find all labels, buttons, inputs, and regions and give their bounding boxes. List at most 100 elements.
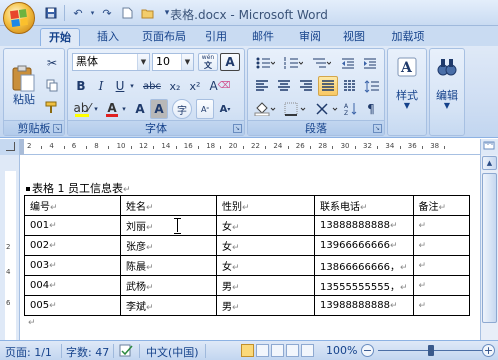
cut-icon[interactable]: ✂	[42, 54, 62, 72]
tab-page-layout[interactable]: 页面布局	[138, 28, 190, 46]
tab-view[interactable]: 视图	[336, 28, 372, 46]
multilevel-list-button[interactable]	[308, 53, 334, 73]
grow-font-button[interactable]: A	[132, 99, 148, 119]
align-right-button[interactable]	[296, 76, 316, 96]
chinese-layout-button[interactable]	[314, 99, 340, 119]
shrink-font-button[interactable]: A ▾	[216, 99, 234, 119]
decrease-indent-button[interactable]	[338, 53, 358, 73]
enclose-chars-button[interactable]: 字	[172, 99, 192, 119]
scroll-up-button[interactable]: ▲	[482, 156, 497, 170]
copy-icon[interactable]	[42, 76, 62, 94]
print-layout-view-button[interactable]	[241, 344, 254, 357]
align-center-button[interactable]	[274, 76, 294, 96]
table-cell[interactable]: ↵	[412, 295, 470, 316]
editing-button[interactable]	[432, 53, 462, 81]
line-spacing-button[interactable]	[362, 76, 382, 96]
numbering-button[interactable]	[280, 53, 306, 73]
draft-view-button[interactable]	[301, 344, 314, 357]
table-cell[interactable]: 陈晨↵	[120, 255, 217, 276]
office-button[interactable]	[3, 2, 35, 34]
underline-dropdown-icon[interactable]: ▾	[128, 76, 136, 96]
web-layout-view-button[interactable]	[271, 344, 284, 357]
table-cell[interactable]: 005↵	[24, 295, 121, 316]
table-cell[interactable]: 002↵	[24, 235, 121, 256]
page-count[interactable]: 页面: 1/1	[5, 344, 52, 360]
zoom-slider-thumb[interactable]	[428, 345, 434, 356]
table-cell[interactable]: 001↵	[24, 215, 121, 236]
distributed-button[interactable]	[340, 76, 360, 96]
vertical-ruler[interactable]: 2 4 6	[0, 155, 20, 340]
table-cell[interactable]: 男↵	[216, 295, 315, 316]
superscript-button[interactable]: x²	[186, 76, 204, 96]
table-cell[interactable]: 编号↵	[24, 195, 121, 216]
table-cell[interactable]: 13888888888↵	[314, 215, 414, 236]
table-cell[interactable]: ↵	[412, 275, 470, 296]
employee-table[interactable]: 编号↵ 姓名↵ 性别↵ 联系电话↵ 备注↵ 001↵ 刘丽↵ 女↵ 13888888888↵ ↵ 0…	[24, 195, 470, 316]
show-marks-button[interactable]: ¶	[362, 99, 380, 119]
table-cell[interactable]: ↵	[412, 235, 470, 256]
table-cell[interactable]: 13555555555，↵	[314, 275, 414, 296]
editing-dropdown-icon[interactable]: ▼	[430, 101, 464, 110]
styles-button[interactable]: A	[391, 53, 423, 81]
zoom-in-button[interactable]: +	[482, 344, 495, 357]
tab-references[interactable]: 引用	[198, 28, 234, 46]
phonetic-guide-button[interactable]: Aᵒ	[196, 99, 214, 119]
justify-button[interactable]	[318, 76, 338, 96]
align-left-button[interactable]	[252, 76, 272, 96]
paste-label[interactable]: 粘贴	[10, 91, 38, 107]
view-ruler-button[interactable]	[480, 139, 498, 155]
styles-dropdown-icon[interactable]: ▼	[390, 101, 424, 110]
table-cell[interactable]: 女↵	[216, 215, 315, 236]
table-cell[interactable]: 武杨↵	[120, 275, 217, 296]
pinyin-guide-button[interactable]: wén 文	[198, 53, 218, 71]
strikethrough-button[interactable]: abc	[140, 76, 164, 96]
table-cell[interactable]: 联系电话↵	[314, 195, 414, 216]
char-border-button[interactable]: A	[220, 53, 240, 71]
proofing-icon[interactable]	[118, 344, 134, 360]
table-cell[interactable]: 13966666666↵	[314, 235, 414, 256]
table-cell[interactable]: 13866666666，↵	[314, 255, 414, 276]
table-cell[interactable]: 备注↵	[412, 195, 470, 216]
font-color-dropdown-icon[interactable]: ▾	[120, 99, 128, 119]
highlight-dropdown-icon[interactable]: ▾	[92, 99, 100, 119]
table-cell[interactable]: 男↵	[216, 275, 315, 296]
font-size-combo[interactable]: 10 ▼	[152, 53, 194, 71]
language-indicator[interactable]: 中文(中国)	[146, 344, 199, 360]
tab-home[interactable]: 开始	[40, 28, 80, 46]
tab-review[interactable]: 审阅	[292, 28, 328, 46]
table-cell[interactable]: 003↵	[24, 255, 121, 276]
tab-selector[interactable]	[0, 139, 20, 155]
zoom-out-button[interactable]: −	[361, 344, 374, 357]
table-cell[interactable]: 刘丽↵	[120, 215, 217, 236]
outline-view-button[interactable]	[286, 344, 299, 357]
italic-button[interactable]: I	[92, 76, 110, 96]
clear-format-button[interactable]: A ⌫	[208, 76, 232, 96]
zoom-level[interactable]: 100%	[326, 344, 357, 357]
table-cell[interactable]: 女↵	[216, 235, 315, 256]
font-dialog-launcher-icon[interactable]: ↘	[233, 124, 242, 133]
table-cell[interactable]: 姓名↵	[120, 195, 217, 216]
clipboard-dialog-launcher-icon[interactable]: ↘	[53, 124, 62, 133]
table-cell[interactable]: 张彦↵	[120, 235, 217, 256]
table-caption[interactable]: 表格 1 员工信息表↵	[26, 180, 131, 196]
vertical-scrollbar[interactable]: ▲	[480, 155, 498, 340]
text-highlight-button[interactable]: ab⁄	[72, 99, 92, 119]
chevron-down-icon[interactable]: ▼	[181, 54, 193, 70]
full-screen-reading-view-button[interactable]	[256, 344, 269, 357]
tab-insert[interactable]: 插入	[88, 28, 128, 46]
chevron-down-icon[interactable]: ▼	[137, 54, 149, 70]
horizontal-ruler[interactable]: 2 4 6 8 10 12 14 16 18 20 22 24 26 28 30 32 34 36 38	[20, 139, 480, 155]
table-cell[interactable]: ↵	[412, 255, 470, 276]
table-cell[interactable]: 女↵	[216, 255, 315, 276]
word-count[interactable]: 字数: 47	[66, 344, 109, 360]
bold-button[interactable]: B	[72, 76, 90, 96]
table-cell[interactable]: 13988888888↵	[314, 295, 414, 316]
shading-button[interactable]	[252, 99, 278, 119]
scroll-thumb[interactable]	[482, 173, 497, 323]
table-cell[interactable]: ↵	[412, 215, 470, 236]
underline-button[interactable]: U	[112, 76, 128, 96]
borders-button[interactable]	[282, 99, 308, 119]
font-color-button[interactable]: A	[104, 99, 120, 119]
tab-mailings[interactable]: 邮件	[245, 28, 281, 46]
sort-button[interactable]: AZ	[342, 99, 360, 119]
